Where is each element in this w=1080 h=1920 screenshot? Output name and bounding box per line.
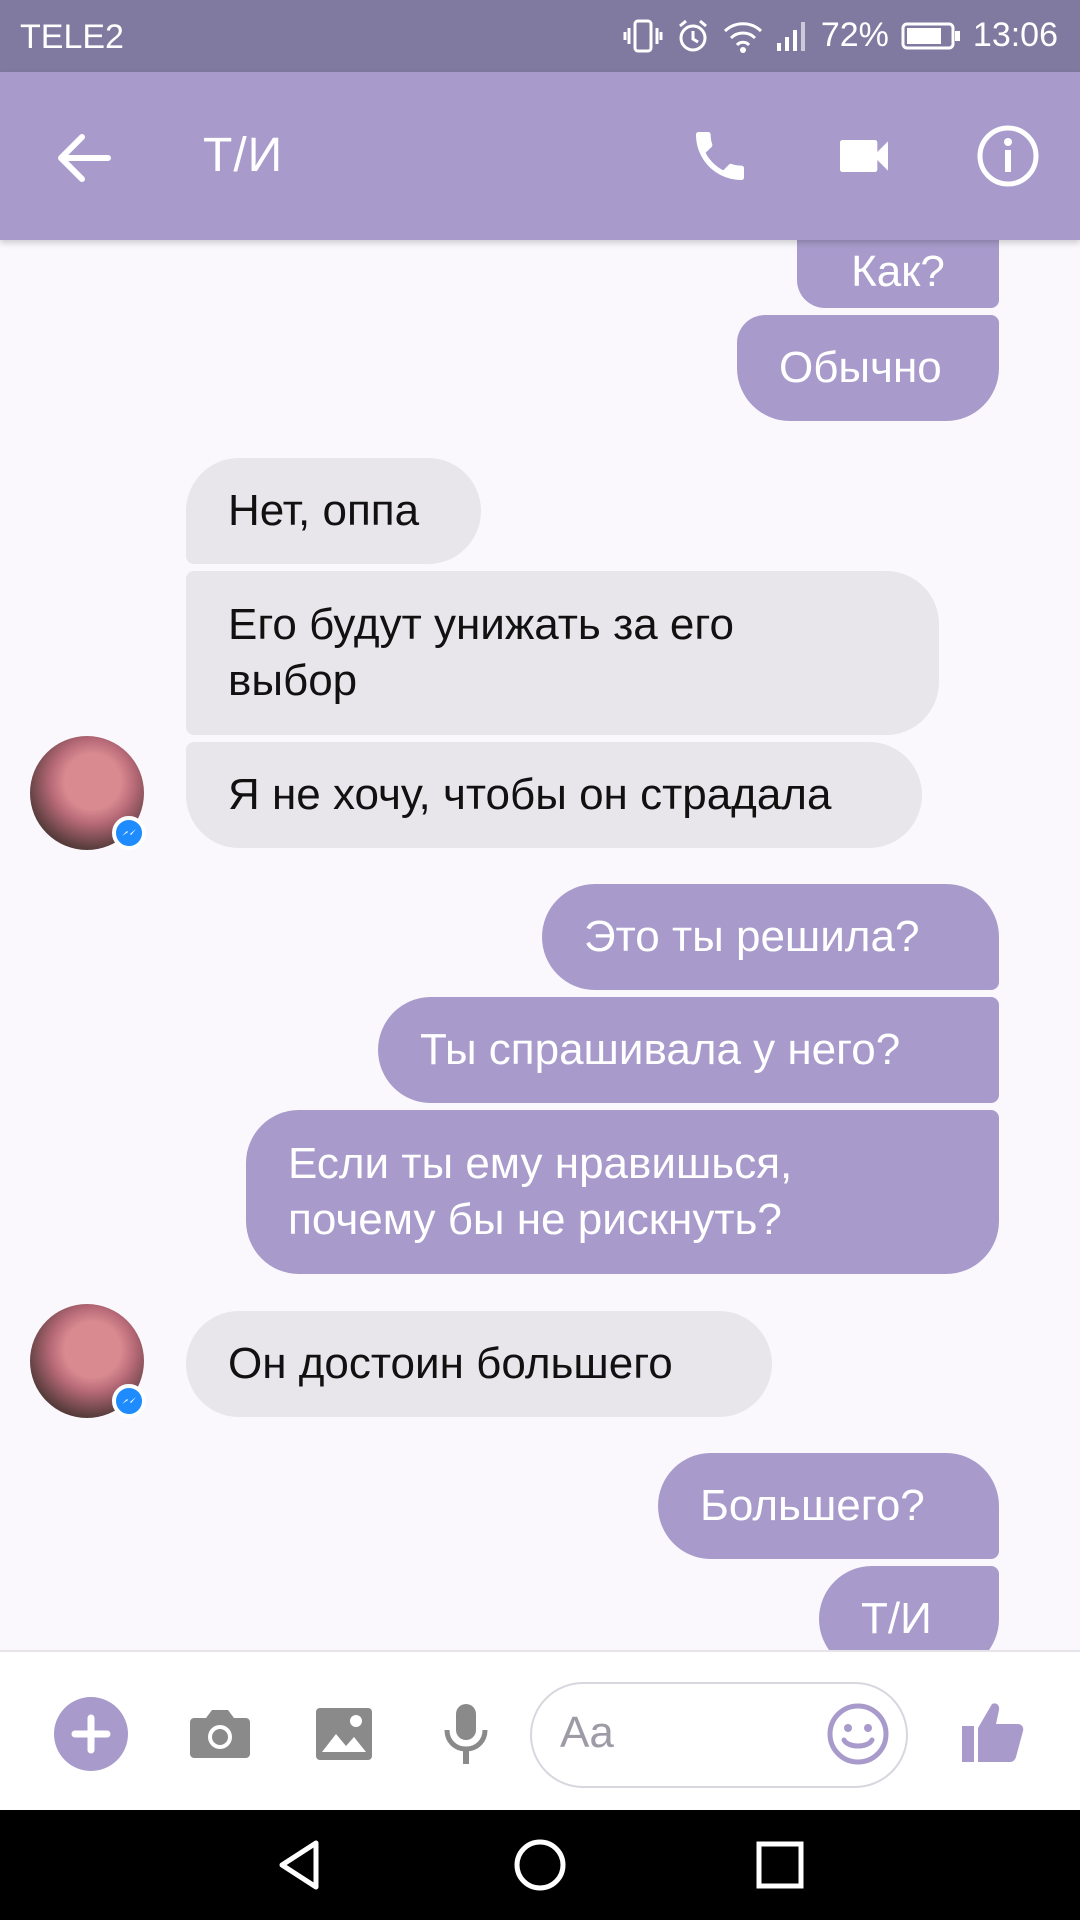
message-text: Т/И bbox=[861, 1594, 932, 1643]
nav-home-button[interactable] bbox=[510, 1835, 570, 1895]
vibrate-icon bbox=[623, 19, 663, 52]
system-navigation-bar bbox=[0, 1810, 1080, 1920]
emoji-button[interactable] bbox=[826, 1702, 890, 1766]
message-bubble-outgoing[interactable]: Ты спрашивала у него? bbox=[378, 997, 999, 1103]
message-bubble-incoming[interactable]: Нет, оппа bbox=[186, 458, 481, 564]
message-text: Нет, оппа bbox=[228, 486, 420, 535]
message-bubble-outgoing[interactable]: Т/И bbox=[819, 1566, 999, 1650]
status-bar: TELE2 72% 13:06 bbox=[0, 0, 1080, 72]
thumbs-up-icon bbox=[962, 1703, 1024, 1762]
message-text: Это ты решила? bbox=[584, 912, 920, 961]
nav-back-button[interactable] bbox=[270, 1835, 330, 1895]
clock: 13:06 bbox=[972, 16, 1058, 54]
nav-back-icon bbox=[279, 1840, 319, 1890]
nav-recents-icon bbox=[756, 1841, 804, 1889]
camera-button[interactable] bbox=[188, 1702, 252, 1766]
nav-recents-button[interactable] bbox=[750, 1835, 810, 1895]
more-actions-button[interactable] bbox=[54, 1697, 128, 1771]
back-arrow-icon bbox=[58, 134, 111, 182]
message-text: Большего? bbox=[700, 1481, 925, 1530]
message-bubble-incoming[interactable]: Его будут унижать за его выбор bbox=[186, 571, 939, 735]
alarm-icon bbox=[678, 19, 707, 51]
message-composer: Aa bbox=[0, 1650, 1080, 1810]
emoji-icon bbox=[827, 1703, 889, 1765]
message-bubble-outgoing[interactable]: Как? bbox=[797, 240, 999, 308]
message-text: Как? bbox=[851, 247, 945, 296]
message-text: Ты спрашивала у него? bbox=[420, 1025, 901, 1074]
wifi-icon bbox=[723, 21, 762, 53]
contact-avatar[interactable] bbox=[30, 736, 146, 850]
video-call-button[interactable] bbox=[828, 120, 900, 192]
message-text: Его будут унижать за его выбор bbox=[228, 600, 734, 705]
message-text: Я не хочу, чтобы он страдала bbox=[228, 770, 832, 819]
battery-icon bbox=[901, 22, 960, 49]
message-bubble-outgoing[interactable]: Большего? bbox=[658, 1453, 999, 1559]
phone-icon bbox=[696, 132, 744, 180]
nav-home-icon bbox=[514, 1839, 566, 1891]
camera-icon bbox=[190, 1710, 250, 1758]
message-bubble-incoming[interactable]: Он достоин большего bbox=[186, 1311, 772, 1417]
info-button[interactable] bbox=[972, 120, 1044, 192]
status-icons: 72% 13:06 bbox=[623, 16, 1058, 55]
message-text: Обычно bbox=[779, 343, 942, 392]
messenger-badge-icon bbox=[112, 816, 146, 850]
messenger-badge-icon bbox=[112, 1384, 146, 1418]
image-icon bbox=[316, 1708, 372, 1760]
contact-avatar[interactable] bbox=[30, 1304, 146, 1418]
message-bubble-outgoing[interactable]: Если ты ему нравишься, почему бы не риск… bbox=[246, 1110, 999, 1274]
signal-icon bbox=[776, 21, 805, 51]
message-bubble-outgoing[interactable]: Обычно bbox=[737, 315, 999, 421]
like-button[interactable] bbox=[958, 1696, 1032, 1770]
carrier-label: TELE2 bbox=[20, 18, 124, 56]
back-button[interactable] bbox=[52, 126, 116, 190]
message-thread[interactable]: Как? Обычно Нет, оппа Его будут унижать … bbox=[0, 240, 1080, 1650]
conversation-header: Т/И bbox=[0, 72, 1080, 240]
message-text: Он достоин большего bbox=[228, 1339, 673, 1388]
call-button[interactable] bbox=[684, 120, 756, 192]
message-bubble-incoming[interactable]: Я не хочу, чтобы он страдала bbox=[186, 742, 922, 848]
battery-percent: 72% bbox=[820, 16, 889, 54]
message-input-placeholder: Aa bbox=[560, 1708, 614, 1757]
plus-icon bbox=[71, 1714, 111, 1754]
video-camera-icon bbox=[840, 140, 888, 172]
microphone-icon bbox=[444, 1704, 488, 1764]
gallery-button[interactable] bbox=[312, 1702, 376, 1766]
info-icon bbox=[977, 125, 1039, 187]
message-text: Если ты ему нравишься, почему бы не риск… bbox=[288, 1139, 793, 1244]
voice-message-button[interactable] bbox=[434, 1702, 498, 1766]
contact-name[interactable]: Т/И bbox=[203, 128, 283, 183]
message-bubble-outgoing[interactable]: Это ты решила? bbox=[542, 884, 999, 990]
